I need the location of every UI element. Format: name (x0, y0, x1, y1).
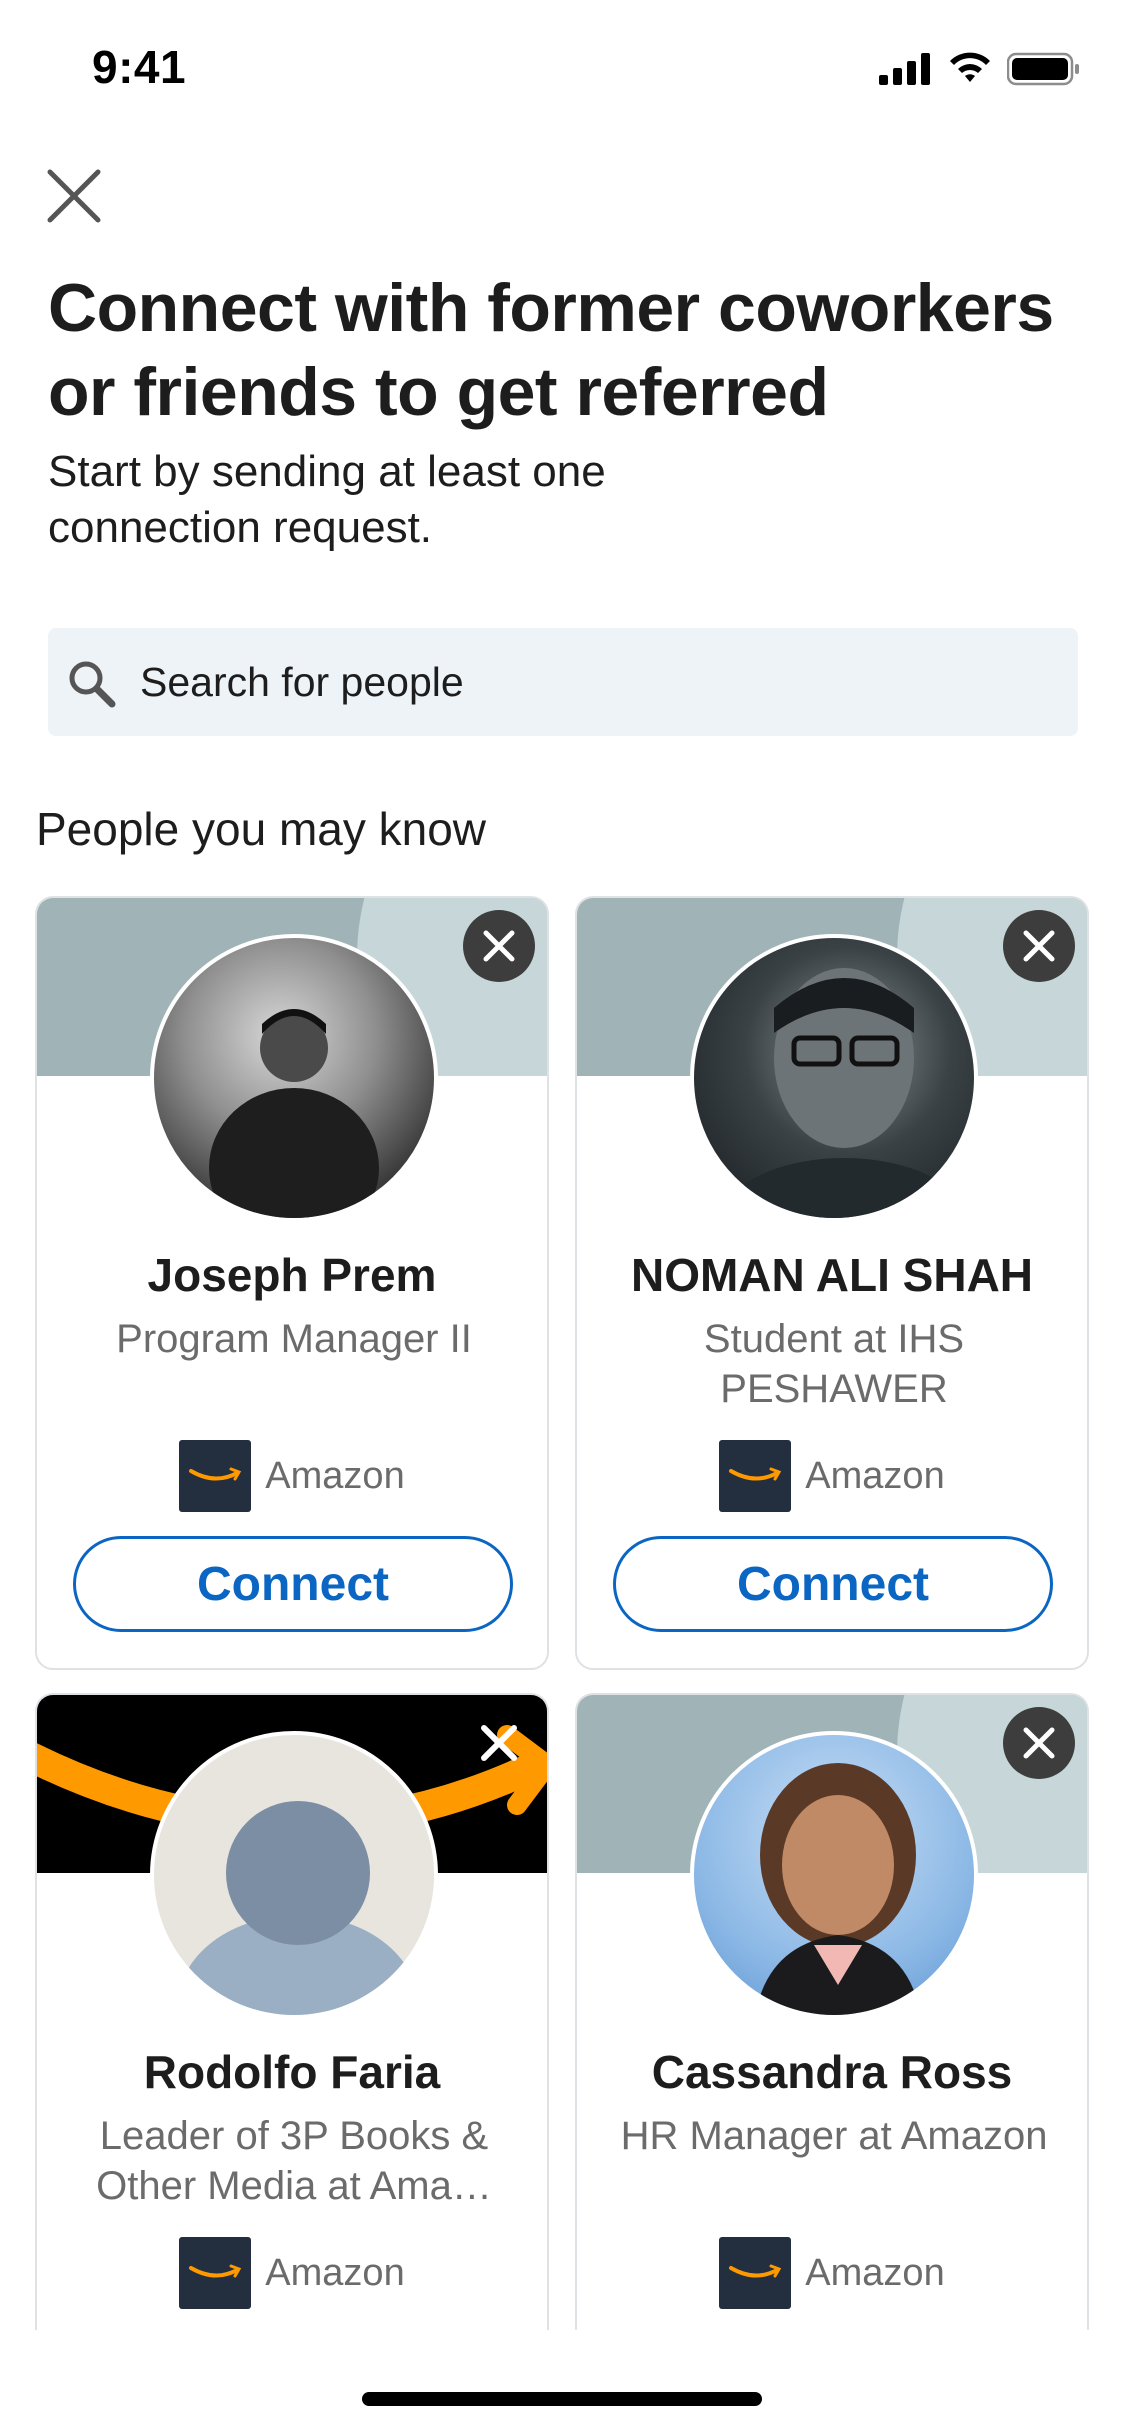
page-subtitle: Start by sending at least one connection… (48, 447, 606, 552)
screen: 9:41 Connect with former coworkers or fr… (0, 0, 1125, 2436)
company-row: Amazon (37, 2237, 547, 2309)
person-headline: HR Manager at Amazon (620, 2114, 1048, 2158)
company-name: Amazon (805, 2251, 945, 2294)
dismiss-icon (1023, 930, 1055, 962)
company-name: Amazon (265, 1454, 405, 1497)
person-card[interactable]: Rodolfo Faria Leader of 3P Books & Other… (35, 1693, 549, 2436)
amazon-logo (719, 1440, 792, 1512)
close-button[interactable] (42, 164, 106, 228)
company-row: Amazon (577, 1440, 1087, 1512)
company-row: Amazon (577, 2237, 1087, 2309)
wifi-icon (950, 52, 990, 82)
company-row: Amazon (37, 1440, 547, 1512)
dismiss-button[interactable] (463, 1707, 535, 1779)
avatar[interactable] (690, 1731, 978, 2019)
search-bar[interactable] (48, 628, 1078, 736)
dismiss-button[interactable] (1003, 1707, 1075, 1779)
bottom-area (0, 2330, 1125, 2436)
company-name: Amazon (805, 1454, 945, 1497)
search-input[interactable] (140, 628, 1040, 736)
person-card[interactable]: Joseph Prem Program Manager II Amazon Co… (35, 896, 549, 1670)
avatar[interactable] (150, 934, 438, 1222)
dismiss-icon (1023, 1727, 1055, 1759)
person-name: Cassandra Ross (651, 2046, 1013, 2098)
battery-icon (1007, 52, 1079, 86)
person-headline: Program Manager II (116, 1317, 472, 1361)
person-card[interactable]: Cassandra Ross HR Manager at Amazon Amaz… (575, 1693, 1089, 2436)
search-icon (69, 661, 116, 708)
dismiss-button[interactable] (463, 910, 535, 982)
close-icon (47, 169, 101, 223)
status-bar: 9:41 (0, 0, 1125, 132)
person-name: Joseph Prem (147, 1249, 437, 1301)
connect-button[interactable]: Connect (613, 1536, 1053, 1632)
amazon-logo (179, 2237, 252, 2309)
signal-icon (879, 53, 930, 85)
status-time: 9:41 (92, 41, 187, 93)
section-title: People you may know (36, 803, 487, 855)
dismiss-button[interactable] (1003, 910, 1075, 982)
avatar[interactable] (690, 934, 978, 1222)
person-name: Rodolfo Faria (143, 2046, 441, 2098)
amazon-logo (179, 1440, 252, 1512)
person-card[interactable]: NOMAN ALI SHAH Student at IHS PESHAWER A… (575, 896, 1089, 1670)
amazon-logo (719, 2237, 792, 2309)
dismiss-icon (483, 930, 515, 962)
dismiss-icon (481, 1725, 517, 1761)
person-headline: Leader of 3P Books & Other Media at Ama… (96, 2114, 492, 2208)
person-headline: Student at IHS PESHAWER (703, 1317, 965, 1411)
home-indicator[interactable] (362, 2392, 762, 2406)
page-title: Connect with former coworkers or friends… (48, 270, 1054, 430)
avatar[interactable] (150, 1731, 438, 2019)
company-name: Amazon (265, 2251, 405, 2294)
connect-button[interactable]: Connect (73, 1536, 513, 1632)
status-icons (879, 52, 1081, 86)
person-name: NOMAN ALI SHAH (630, 1249, 1034, 1301)
